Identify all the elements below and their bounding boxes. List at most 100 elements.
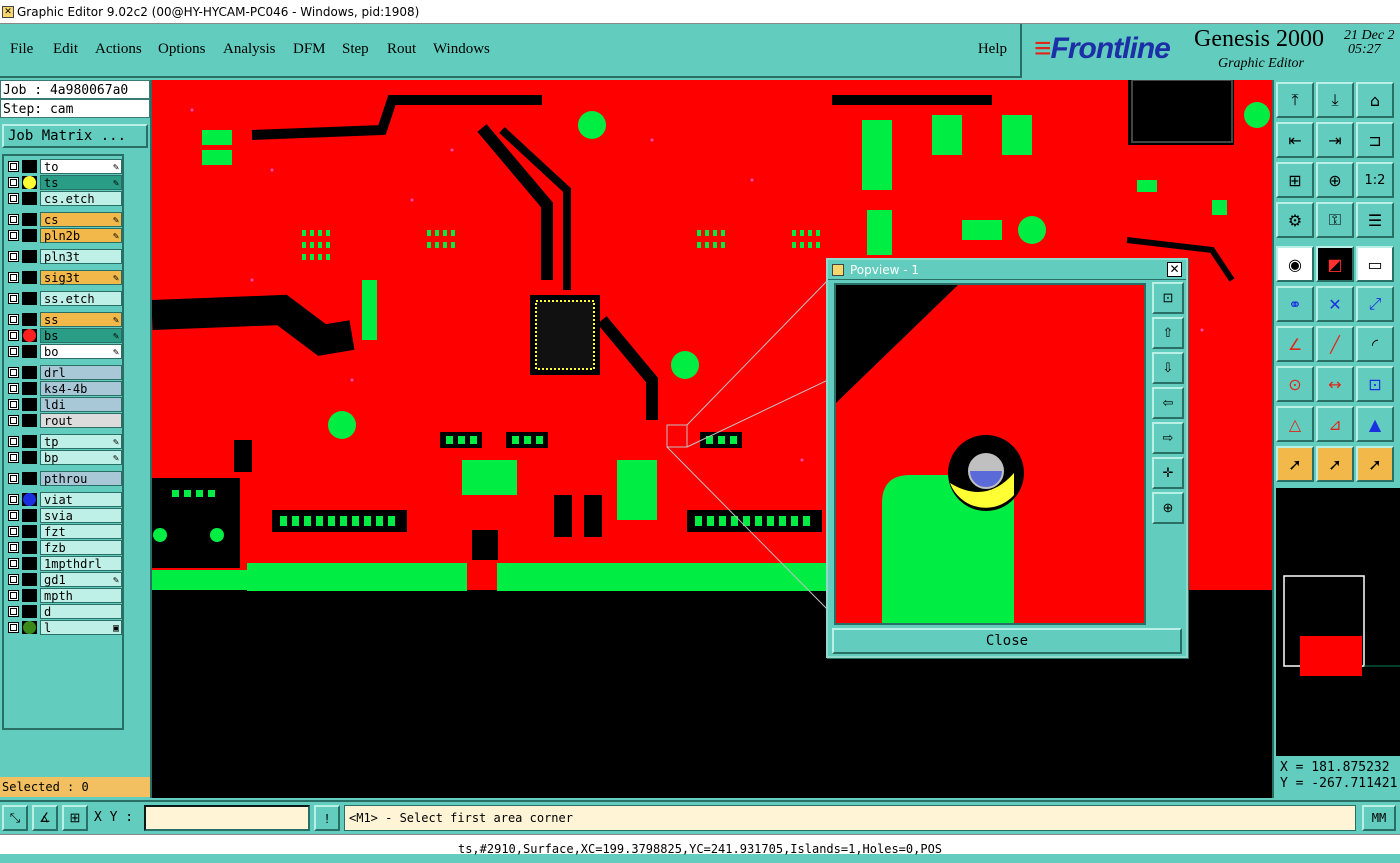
center-icon[interactable]: ⊡ — [1356, 366, 1394, 402]
popview-zoom-fit-button[interactable]: ⊡ — [1152, 282, 1184, 314]
layer-checkbox[interactable] — [8, 473, 19, 484]
triangle-pointer-icon[interactable]: ⊿ — [1316, 406, 1354, 442]
angle-icon[interactable]: ∠ — [1276, 326, 1314, 362]
layer-name[interactable]: fzb — [40, 540, 122, 555]
layer-name[interactable]: sig3t ✎ — [40, 270, 122, 285]
layer-row-d[interactable]: d — [6, 604, 122, 619]
layer-name[interactable]: pln2b ✎ — [40, 228, 122, 243]
select-circle-pointer-icon[interactable]: ➚ — [1356, 446, 1394, 482]
layer-name[interactable]: ldi — [40, 397, 122, 412]
menu-analysis[interactable]: Analysis — [223, 41, 276, 58]
zoom-fit-icon[interactable]: ⊞ — [1276, 162, 1314, 198]
layer-checkbox[interactable] — [8, 177, 19, 188]
layer-color-slot[interactable] — [22, 313, 37, 326]
layer-color-slot[interactable] — [22, 366, 37, 379]
layer-row-ss[interactable]: ss ✎ — [6, 312, 122, 327]
triangle-icon[interactable]: △ — [1276, 406, 1314, 442]
layer-name[interactable]: bo ✎ — [40, 344, 122, 359]
layer-name[interactable]: bs ✎ — [40, 328, 122, 343]
connect-icon[interactable]: ⚭ — [1276, 286, 1314, 322]
layer-color-slot[interactable] — [22, 573, 37, 586]
popview-pan-right-button[interactable]: ⇨ — [1152, 422, 1184, 454]
layer-row-cs[interactable]: cs ✎ — [6, 212, 122, 227]
layer-row-drl[interactable]: drl — [6, 365, 122, 380]
resize-icon[interactable]: ⤡ — [2, 805, 28, 831]
layer-color-slot[interactable] — [22, 192, 37, 205]
layer-color-slot[interactable] — [22, 414, 37, 427]
select-pointer-icon[interactable]: ➚ — [1276, 446, 1314, 482]
menu-step[interactable]: Step — [342, 41, 369, 58]
xy-input[interactable] — [144, 805, 310, 831]
layer-name[interactable]: cs ✎ — [40, 212, 122, 227]
layer-name[interactable]: pthrou — [40, 471, 122, 486]
layer-checkbox[interactable] — [8, 510, 19, 521]
menu-file[interactable]: File — [10, 41, 33, 58]
settings-icon[interactable]: ⚙ — [1276, 202, 1314, 238]
layer-name[interactable]: drl — [40, 365, 122, 380]
layer-checkbox[interactable] — [8, 346, 19, 357]
layer-row-to[interactable]: to ✎ — [6, 159, 122, 174]
layer-row-cs.etch[interactable]: cs.etch — [6, 191, 122, 206]
layer-name[interactable]: to ✎ — [40, 159, 122, 174]
layer-name[interactable]: 1mpthdrl — [40, 556, 122, 571]
layer-color-slot[interactable] — [22, 605, 37, 618]
distance-icon[interactable]: ↔ — [1316, 366, 1354, 402]
layer-color-slot[interactable] — [22, 509, 37, 522]
layer-color-slot[interactable] — [22, 229, 37, 242]
link-icon[interactable]: ⤢ — [1356, 286, 1394, 322]
layer-row-l[interactable]: l ▣ — [6, 620, 122, 635]
unit-toggle-button[interactable]: MM — [1362, 805, 1396, 831]
zoom-center-icon[interactable]: ⊕ — [1316, 162, 1354, 198]
layer-color-slot[interactable] — [22, 292, 37, 305]
layer-color-slot[interactable] — [22, 541, 37, 554]
popview-window[interactable]: Popview - 1 ✕ ⊡ ⇧ ⇩ ⇦ ⇨ ✛ ⊕ Close — [826, 258, 1188, 658]
layer-checkbox[interactable] — [8, 415, 19, 426]
layer-checkbox[interactable] — [8, 161, 19, 172]
popview-zoom-out-button[interactable]: ⊕ — [1152, 492, 1184, 524]
layer-checkbox[interactable] — [8, 383, 19, 394]
layer-color-slot[interactable] — [22, 525, 37, 538]
job-matrix-button[interactable]: Job Matrix ... — [2, 124, 148, 148]
layer-checkbox[interactable] — [8, 542, 19, 553]
layer-color-slot[interactable] — [22, 435, 37, 448]
layer-row-ts[interactable]: ts ✎ — [6, 175, 122, 190]
layer-name[interactable]: ss ✎ — [40, 312, 122, 327]
menu-actions[interactable]: Actions — [95, 41, 142, 58]
layer-name[interactable]: fzt — [40, 524, 122, 539]
menu-windows[interactable]: Windows — [433, 41, 490, 58]
layer-checkbox[interactable] — [8, 526, 19, 537]
layer-color-slot[interactable] — [22, 472, 37, 485]
layer-name[interactable]: mpth — [40, 588, 122, 603]
layer-name[interactable]: ss.etch — [40, 291, 122, 306]
layer-color-slot[interactable] — [22, 213, 37, 226]
layer-row-pthrou[interactable]: pthrou — [6, 471, 122, 486]
zoom-one-to-two-icon[interactable]: 1:2 — [1356, 162, 1394, 198]
layer-color-slot[interactable] — [22, 398, 37, 411]
layer-checkbox[interactable] — [8, 214, 19, 225]
popview-pan-up-button[interactable]: ⇧ — [1152, 317, 1184, 349]
layer-row-pln3t[interactable]: pln3t — [6, 249, 122, 264]
layer-checkbox[interactable] — [8, 293, 19, 304]
layer-checkbox[interactable] — [8, 452, 19, 463]
layer-row-gd1[interactable]: gd1 ✎ — [6, 572, 122, 587]
layer-checkbox[interactable] — [8, 193, 19, 204]
layer-name[interactable]: ks4-4b — [40, 381, 122, 396]
layer-row-ss.etch[interactable]: ss.etch — [6, 291, 122, 306]
layer-name[interactable]: rout — [40, 413, 122, 428]
layer-color-slot[interactable] — [22, 160, 37, 173]
layer-color-slot[interactable] — [22, 589, 37, 602]
measure-angle-icon[interactable]: ∡ — [32, 805, 58, 831]
layer-name[interactable]: bp ✎ — [40, 450, 122, 465]
menu-help[interactable]: Help — [978, 41, 1007, 58]
triangle-measure-icon[interactable]: ▲ — [1356, 406, 1394, 442]
layer-checkbox[interactable] — [8, 272, 19, 283]
ruler-icon[interactable]: ▭ — [1356, 246, 1394, 282]
popview-zoom-in-button[interactable]: ✛ — [1152, 457, 1184, 489]
popview-pan-left-button[interactable]: ⇦ — [1152, 387, 1184, 419]
warning-icon[interactable]: ! — [314, 805, 340, 831]
layer-row-bo[interactable]: bo ✎ — [6, 344, 122, 359]
layer-name[interactable]: l ▣ — [40, 620, 122, 635]
layer-checkbox[interactable] — [8, 230, 19, 241]
overview-map[interactable] — [1276, 488, 1400, 756]
dot-tool-icon[interactable]: ⊙ — [1276, 366, 1314, 402]
